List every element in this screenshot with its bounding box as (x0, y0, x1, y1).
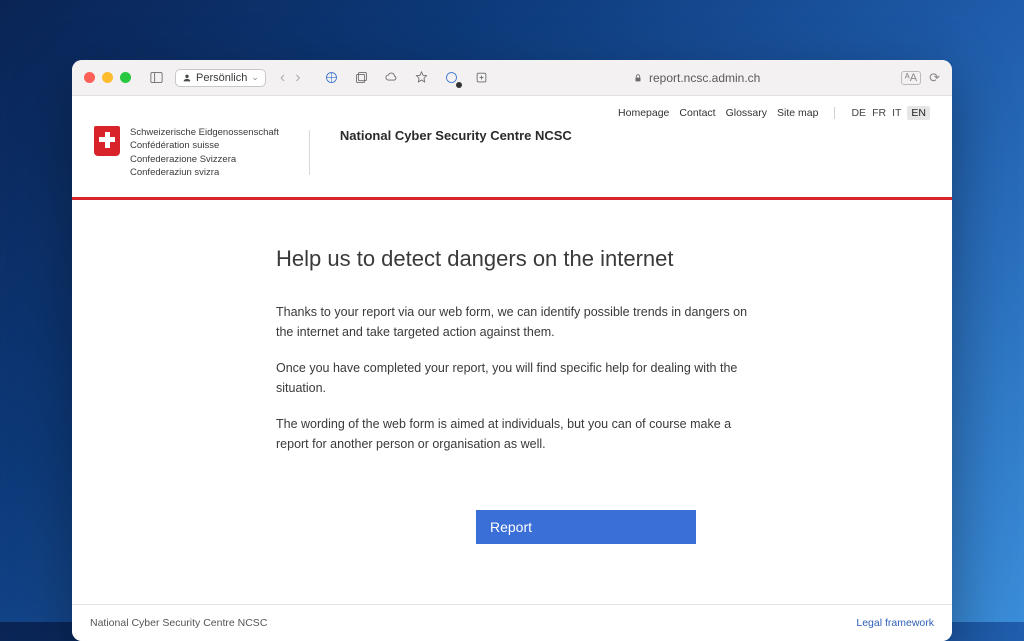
cloud-icon[interactable] (381, 67, 403, 89)
utility-nav: Homepage Contact Glossary Site map DE FR… (72, 96, 952, 120)
page-content: Homepage Contact Glossary Site map DE FR… (72, 96, 952, 641)
swiss-shield-icon (94, 126, 120, 156)
lang-it[interactable]: IT (892, 107, 901, 119)
confederation-text: Schweizerische Eidgenossenschaft Confédé… (130, 126, 279, 179)
intro-paragraph: Thanks to your report via our web form, … (276, 302, 748, 342)
divider (834, 107, 835, 119)
nav-glossary[interactable]: Glossary (726, 107, 767, 119)
reload-icon[interactable]: ⟳ (929, 70, 940, 86)
intro-paragraph: Once you have completed your report, you… (276, 358, 748, 398)
toolbar-icons (321, 67, 493, 89)
window-controls (84, 72, 131, 83)
minimize-window-button[interactable] (102, 72, 113, 83)
profile-selector[interactable]: Persönlich ⌄ (175, 69, 266, 87)
lang-en[interactable]: EN (907, 106, 930, 120)
back-button[interactable]: ‹ (276, 69, 289, 87)
chevron-down-icon: ⌄ (251, 72, 259, 83)
nav-arrows: ‹ › (276, 69, 305, 87)
site-title: National Cyber Security Centre NCSC (340, 126, 572, 143)
confed-line: Schweizerische Eidgenossenschaft (130, 126, 279, 139)
url-text: report.ncsc.admin.ch (649, 71, 760, 85)
confed-line: Confédération suisse (130, 139, 279, 152)
utility-links: Homepage Contact Glossary Site map (618, 107, 818, 119)
address-bar[interactable]: report.ncsc.admin.ch (501, 71, 893, 85)
forward-button[interactable]: › (291, 69, 304, 87)
nav-sitemap[interactable]: Site map (777, 107, 818, 119)
header-divider (309, 130, 310, 175)
main-content: Help us to detect dangers on the interne… (252, 200, 772, 604)
confed-line: Confederaziun svizra (130, 166, 279, 179)
page-footer: National Cyber Security Centre NCSC Lega… (72, 604, 952, 641)
language-switcher: DE FR IT EN (851, 106, 930, 120)
reader-icon[interactable]: ᴬA (901, 71, 921, 85)
shield-icon[interactable] (321, 67, 343, 89)
nav-contact[interactable]: Contact (679, 107, 715, 119)
tabs-icon[interactable] (351, 67, 373, 89)
new-tab-icon[interactable] (471, 67, 493, 89)
profile-label: Persönlich (196, 72, 247, 84)
footer-org: National Cyber Security Centre NCSC (90, 617, 267, 629)
privacy-icon[interactable] (441, 67, 463, 89)
right-toolbar: ᴬA ⟳ (901, 70, 940, 86)
footer-legal-link[interactable]: Legal framework (856, 617, 934, 629)
browser-chrome: Persönlich ⌄ ‹ › (72, 60, 952, 96)
report-button[interactable]: Report (476, 510, 696, 544)
intro-paragraph: The wording of the web form is aimed at … (276, 414, 748, 454)
bookmark-star-icon[interactable] (411, 67, 433, 89)
lang-de[interactable]: DE (851, 107, 866, 119)
confederation-logo: Schweizerische Eidgenossenschaft Confédé… (94, 126, 279, 179)
maximize-window-button[interactable] (120, 72, 131, 83)
sidebar-toggle-icon[interactable] (145, 67, 167, 89)
page-heading: Help us to detect dangers on the interne… (276, 246, 748, 272)
lock-icon (633, 73, 643, 83)
lang-fr[interactable]: FR (872, 107, 886, 119)
browser-window: Persönlich ⌄ ‹ › (72, 60, 952, 641)
confed-line: Confederazione Svizzera (130, 153, 279, 166)
nav-homepage[interactable]: Homepage (618, 107, 669, 119)
site-header: Schweizerische Eidgenossenschaft Confédé… (72, 120, 952, 197)
close-window-button[interactable] (84, 72, 95, 83)
